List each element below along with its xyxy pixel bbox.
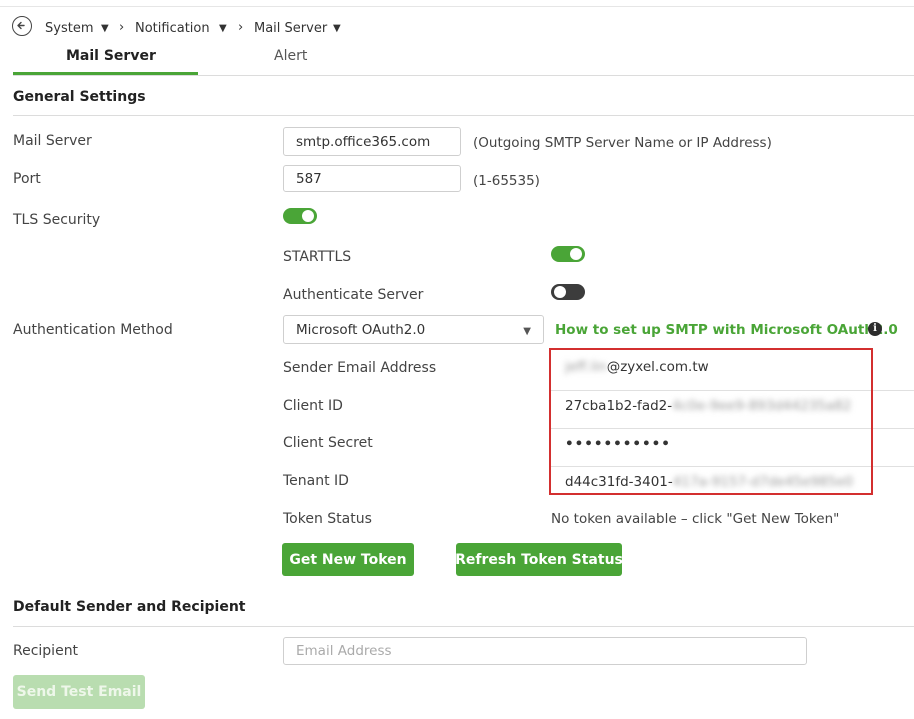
chevron-down-icon: ▼ <box>523 326 531 337</box>
get-new-token-button[interactable]: Get New Token <box>282 543 414 576</box>
authentication-method-label: Authentication Method <box>13 322 173 338</box>
recipient-placeholder: Email Address <box>296 643 392 659</box>
tab-alert[interactable]: Alert <box>274 48 307 64</box>
token-status-value: No token available – click "Get New Toke… <box>551 511 840 527</box>
caret-down-icon[interactable]: ▼ <box>219 23 227 34</box>
recipient-label: Recipient <box>13 643 79 659</box>
back-arrow-icon[interactable] <box>12 16 32 36</box>
mail-server-label: Mail Server <box>13 133 92 149</box>
section-title-default-sender: Default Sender and Recipient <box>13 599 246 615</box>
mail-server-hint: (Outgoing SMTP Server Name or IP Address… <box>473 135 772 151</box>
recipient-input[interactable]: Email Address <box>283 637 807 665</box>
top-edge <box>0 0 914 7</box>
breadcrumb-mail-server[interactable]: Mail Server <box>254 21 327 36</box>
port-hint: (1-65535) <box>473 173 540 189</box>
authenticate-server-label: Authenticate Server <box>283 287 424 303</box>
client-secret-label: Client Secret <box>283 435 373 451</box>
tenant-id-label: Tenant ID <box>283 473 349 489</box>
highlight-box <box>549 348 873 495</box>
starttls-toggle[interactable] <box>551 246 585 262</box>
breadcrumb-system[interactable]: System <box>45 21 93 36</box>
section-divider <box>13 626 914 627</box>
caret-down-icon[interactable]: ▼ <box>101 23 109 34</box>
tls-security-label: TLS Security <box>13 212 101 228</box>
token-status-label: Token Status <box>283 511 372 527</box>
tab-mail-server[interactable]: Mail Server <box>66 48 156 64</box>
authentication-method-value: Microsoft OAuth2.0 <box>296 321 426 338</box>
oauth-setup-help-link[interactable]: How to set up SMTP with Microsoft OAuth2… <box>555 322 898 338</box>
info-icon[interactable]: i <box>868 322 882 336</box>
refresh-token-status-button[interactable]: Refresh Token Status <box>455 543 623 576</box>
chevron-right-icon: › <box>119 20 125 35</box>
breadcrumb-notification[interactable]: Notification <box>135 21 210 36</box>
sender-email-label: Sender Email Address <box>283 360 437 376</box>
mail-server-input[interactable]: smtp.office365.com <box>283 127 461 156</box>
send-test-email-button[interactable]: Send Test Email <box>13 675 145 709</box>
tls-security-toggle[interactable] <box>283 208 317 224</box>
authenticate-server-toggle[interactable] <box>551 284 585 300</box>
mail-server-value: smtp.office365.com <box>296 133 431 150</box>
port-label: Port <box>13 171 41 187</box>
caret-down-icon[interactable]: ▼ <box>333 23 341 34</box>
authentication-method-select[interactable]: Microsoft OAuth2.0 ▼ <box>283 315 544 344</box>
port-value: 587 <box>296 170 322 187</box>
section-divider <box>13 115 914 116</box>
port-input[interactable]: 587 <box>283 165 461 192</box>
tab-divider <box>13 75 914 76</box>
client-id-label: Client ID <box>283 398 343 414</box>
starttls-label: STARTTLS <box>283 249 352 265</box>
section-title-general: General Settings <box>13 89 146 105</box>
chevron-right-icon: › <box>238 20 244 35</box>
